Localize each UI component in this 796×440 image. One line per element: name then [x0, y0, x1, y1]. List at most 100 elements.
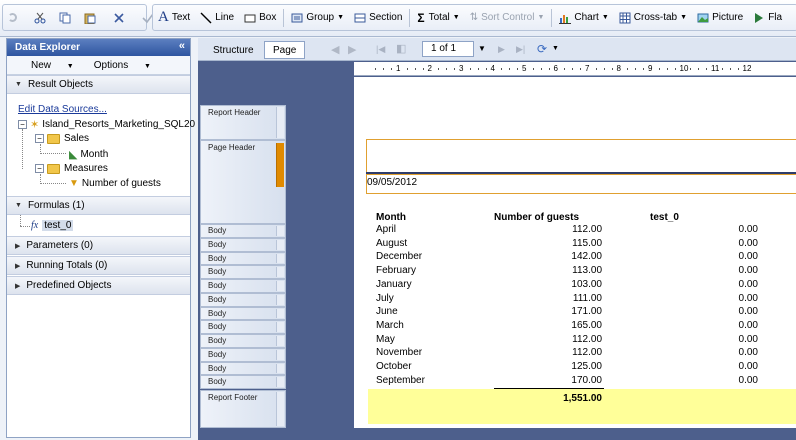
page-number-input[interactable]: 1 of 1: [422, 41, 474, 57]
cell-test0[interactable]: 0.00: [650, 347, 758, 358]
band-report-header[interactable]: Report Header: [200, 105, 286, 140]
cell-month[interactable]: November: [376, 347, 422, 358]
cell-test0[interactable]: 0.00: [650, 293, 758, 304]
cell-guests[interactable]: 111.00: [494, 293, 602, 304]
column-header-month[interactable]: Month: [376, 212, 406, 223]
cell-test0[interactable]: 0.00: [650, 279, 758, 290]
copy-button[interactable]: [54, 5, 79, 30]
refresh-dropdown-icon[interactable]: ▼: [552, 45, 559, 52]
cell-test0[interactable]: 0.00: [650, 224, 758, 235]
cell-test0[interactable]: 0.00: [650, 238, 758, 249]
band-grip[interactable]: [276, 281, 284, 291]
band-body[interactable]: Body: [200, 237, 286, 252]
new-menu[interactable]: New ▼: [31, 60, 84, 71]
band-report-footer[interactable]: Report Footer: [200, 390, 286, 428]
cell-guests[interactable]: 112.00: [494, 334, 602, 345]
first-page-icon[interactable]: |◀: [376, 44, 385, 55]
tree-node-guests[interactable]: ▼ Number of guests: [69, 178, 161, 189]
band-grip-selected[interactable]: [276, 143, 284, 187]
band-grip[interactable]: [276, 308, 284, 319]
paste-button[interactable]: [79, 5, 104, 30]
sort-control-button[interactable]: ⇅ Sort Control ▼: [465, 5, 550, 30]
cell-month[interactable]: December: [376, 251, 422, 262]
edit-data-sources-link[interactable]: Edit Data Sources...: [18, 104, 107, 115]
tree-node-month[interactable]: ◣ Month: [69, 148, 108, 161]
cell-guests[interactable]: 170.00: [494, 375, 602, 386]
band-body[interactable]: Body: [200, 320, 286, 334]
refresh-icon[interactable]: ⟳: [537, 42, 547, 56]
cell-test0[interactable]: 0.00: [650, 265, 758, 276]
insert-crosstab-button[interactable]: Cross-tab ▼: [614, 5, 692, 30]
insert-line-button[interactable]: Line: [195, 5, 239, 30]
delete-button[interactable]: [108, 5, 133, 30]
cell-test0[interactable]: 0.00: [650, 334, 758, 345]
band-grip[interactable]: [276, 336, 284, 346]
band-grip[interactable]: [276, 253, 284, 264]
tree-node-measures[interactable]: − Measures: [35, 163, 108, 174]
cell-test0[interactable]: 0.00: [650, 251, 758, 262]
cell-test0[interactable]: 0.00: [650, 306, 758, 317]
cell-guests[interactable]: 115.00: [494, 238, 602, 249]
cell-test0[interactable]: 0.00: [650, 375, 758, 386]
cell-month[interactable]: May: [376, 334, 395, 345]
cell-month[interactable]: August: [376, 238, 407, 249]
insert-flash-button[interactable]: Fla: [748, 5, 787, 30]
tab-structure[interactable]: Structure: [204, 41, 263, 59]
cell-guests[interactable]: 113.00: [494, 265, 602, 276]
band-body[interactable]: Body: [200, 334, 286, 348]
band-body[interactable]: Body: [200, 279, 286, 293]
previous-page-icon[interactable]: ◧: [396, 42, 406, 55]
band-body[interactable]: Body: [200, 361, 286, 376]
insert-total-button[interactable]: Σ Total ▼: [412, 5, 464, 30]
band-body[interactable]: Body: [200, 265, 286, 279]
cell-guests[interactable]: 171.00: [494, 306, 602, 317]
band-grip[interactable]: [276, 226, 284, 236]
band-page-header[interactable]: Page Header: [200, 140, 286, 224]
running-totals-header[interactable]: ▶ Running Totals (0): [7, 256, 190, 275]
cell-month[interactable]: July: [376, 293, 394, 304]
tree-node-source[interactable]: − ✶ Island_Resorts_Marketing_SQL20: [18, 118, 195, 131]
band-grip[interactable]: [276, 392, 284, 426]
cell-guests[interactable]: 165.00: [494, 320, 602, 331]
insert-text-button[interactable]: A Text: [153, 5, 195, 30]
cell-month[interactable]: April: [376, 224, 396, 235]
redo-button[interactable]: [3, 5, 25, 30]
page-header-section[interactable]: [366, 139, 796, 175]
band-body[interactable]: Body: [200, 347, 286, 362]
cell-guests[interactable]: 142.00: [494, 251, 602, 262]
cell-month[interactable]: October: [376, 361, 412, 372]
parameters-header[interactable]: ▶ Parameters (0): [7, 236, 190, 255]
nav-forward-icon[interactable]: ▶: [348, 43, 356, 56]
nav-back-icon[interactable]: ◀: [331, 43, 339, 56]
report-date[interactable]: 09/05/2012: [367, 177, 417, 188]
cell-guests[interactable]: 125.00: [494, 361, 602, 372]
cell-test0[interactable]: 0.00: [650, 320, 758, 331]
result-objects-header[interactable]: ▼ Result Objects: [7, 75, 190, 94]
tree-node-sales[interactable]: − Sales: [35, 133, 89, 144]
cell-month[interactable]: June: [376, 306, 398, 317]
band-body[interactable]: Body: [200, 251, 286, 266]
cell-month[interactable]: January: [376, 279, 412, 290]
tab-page[interactable]: Page: [264, 41, 306, 59]
cell-guests[interactable]: 112.00: [494, 347, 602, 358]
band-body[interactable]: Body: [200, 224, 286, 238]
band-body[interactable]: Body: [200, 292, 286, 307]
band-grip[interactable]: [276, 239, 284, 250]
band-body[interactable]: Body: [200, 375, 286, 389]
last-page-icon[interactable]: ▶|: [516, 44, 525, 55]
formulas-header[interactable]: ▼ Formulas (1): [7, 196, 190, 215]
options-menu[interactable]: Options ▼: [94, 60, 161, 71]
insert-picture-button[interactable]: Picture: [692, 5, 748, 30]
formula-item-test0[interactable]: fx test_0: [31, 220, 74, 231]
insert-group-button[interactable]: Group ▼: [286, 5, 349, 30]
column-header-guests[interactable]: Number of guests: [494, 212, 579, 223]
page-dropdown-icon[interactable]: ▼: [478, 44, 486, 53]
band-grip[interactable]: [276, 294, 284, 305]
column-header-test0[interactable]: test_0: [650, 212, 679, 223]
cell-test0[interactable]: 0.00: [650, 361, 758, 372]
cell-guests[interactable]: 112.00: [494, 224, 602, 235]
band-grip[interactable]: [276, 363, 284, 374]
band-grip[interactable]: [276, 377, 284, 387]
band-body[interactable]: Body: [200, 306, 286, 321]
band-grip[interactable]: [276, 322, 284, 332]
